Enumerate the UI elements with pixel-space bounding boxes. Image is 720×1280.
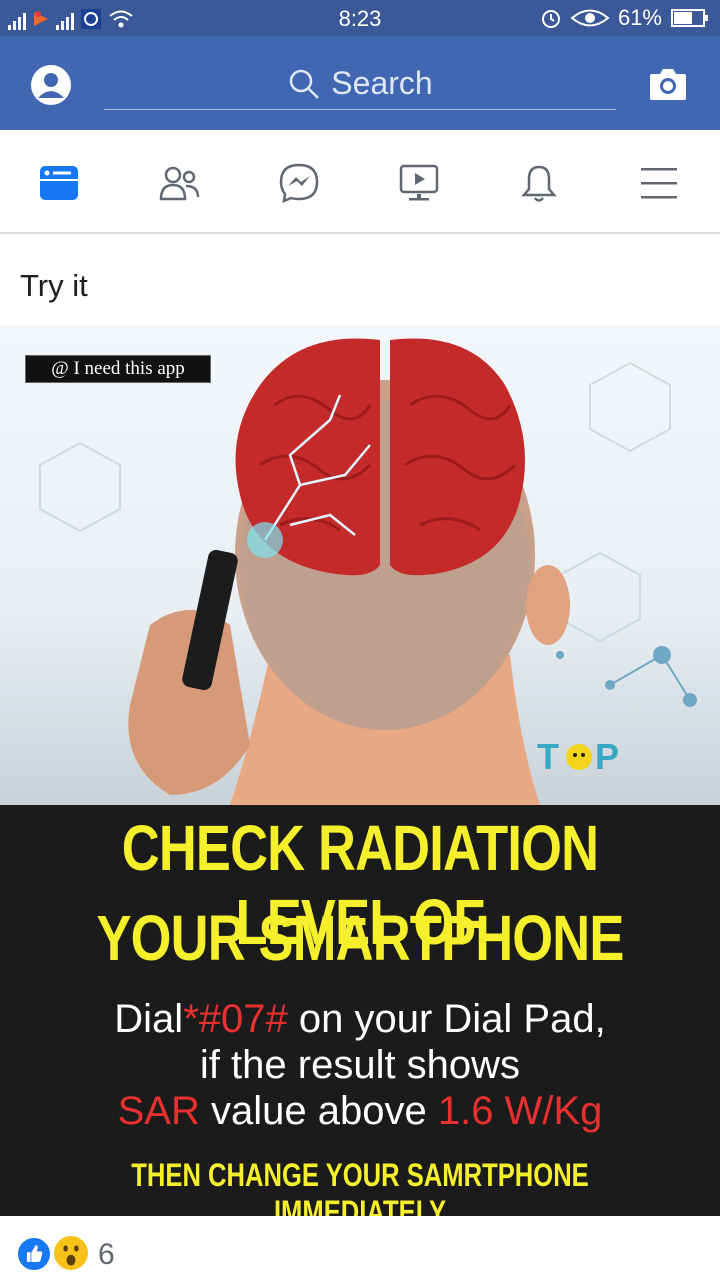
headline-line-2: YOUR SMARTPHONE [96,902,624,974]
search-bar[interactable]: Search [104,58,616,110]
friends-icon [159,166,200,201]
menu-icon [641,168,677,199]
sar-limit: 1.6 W/Kg [437,1089,603,1133]
instruction-line-2: if the result shows [199,1043,521,1087]
alarm-icon [541,10,560,28]
tab-watch[interactable] [396,160,442,206]
nav-tabs [0,130,720,234]
search-icon [290,69,320,99]
info-banner: CHECK RADIATION LEVEL OF YOUR SMARTPHONE… [0,805,720,1216]
camera-icon[interactable] [648,66,688,102]
svg-text:P: P [595,736,619,777]
profile-icon[interactable] [30,64,72,106]
eye-icon [570,9,610,27]
app-bar: Search [0,36,720,130]
post-text: Try it [20,268,88,303]
tab-news-feed[interactable] [36,160,82,206]
status-right-icons: 61% [540,4,710,32]
image-caption-tag: @ I need this app [25,355,211,383]
post-image[interactable]: @ I need this app T P CHECK RADIATION LE… [0,325,720,1216]
tab-menu[interactable] [636,160,682,206]
instruction-line-1: Dial*#07# on your Dial Pad, [0,997,720,1042]
battery-percent: 61% [617,5,662,30]
dial-pad-text: on your Dial Pad, [298,997,606,1041]
reaction-count: 6 [98,1238,115,1271]
status-bar: 8:23 61% [0,0,720,36]
reactions-bar[interactable]: 6 [0,1216,720,1280]
sar-text: SAR [117,1089,200,1133]
tab-notifications[interactable] [516,160,562,206]
news-feed-icon [40,166,78,200]
bell-icon [521,165,557,202]
battery-icon [671,9,708,27]
messenger-icon [279,163,319,203]
dial-code: *#07# [183,997,288,1041]
like-icon [16,1236,52,1272]
image-illustration: @ I need this app T P [0,325,720,805]
value-above-text: value above [211,1089,427,1133]
search-placeholder: Search [331,65,433,101]
instruction-line-3: SAR value above 1.6 W/Kg [0,1089,720,1134]
svg-text:T: T [537,736,559,777]
tab-friends[interactable] [156,160,202,206]
warning-line: THEN CHANGE YOUR SAMRTPHONE IMMEDIATELY [131,1157,589,1216]
watch-icon [399,164,439,201]
dial-text: Dial [114,997,184,1041]
top-science-logo: T P [537,736,619,777]
tab-messenger[interactable] [276,160,322,206]
wow-icon [52,1234,90,1272]
